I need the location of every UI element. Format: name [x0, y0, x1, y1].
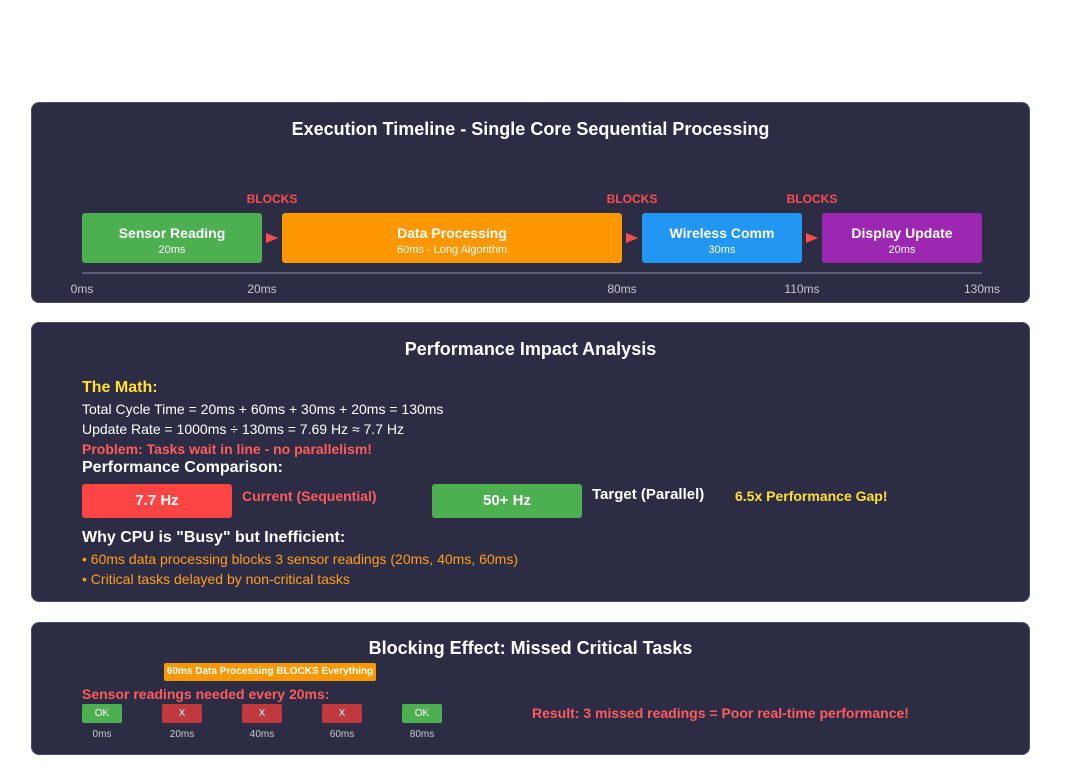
- reading-time: 0ms: [92, 729, 112, 740]
- blocks-label-2: BLOCKS: [606, 192, 658, 206]
- why-heading: Why CPU is "Busy" but Inefficient:: [82, 529, 346, 546]
- reading-time: 20ms: [169, 729, 195, 740]
- blocking-panel: Blocking Effect: Missed Critical Tasks 6…: [31, 622, 1030, 755]
- task-name: Wireless Comm: [669, 225, 775, 241]
- tick-label: 130ms: [963, 282, 1001, 296]
- task-name: Display Update: [851, 225, 953, 241]
- reading-chip-missed: X: [242, 704, 282, 723]
- bullet-item: • 60ms data processing blocks 3 sensor r…: [82, 551, 518, 567]
- reading-time: 60ms: [329, 729, 355, 740]
- arrow-right-icon: [266, 233, 278, 243]
- performance-gap: 6.5x Performance Gap!: [735, 488, 888, 504]
- tick-label: 80ms: [607, 282, 637, 296]
- reading-chip-missed: X: [162, 704, 202, 723]
- analysis-title: Performance Impact Analysis: [404, 339, 657, 359]
- update-rate-line: Update Rate = 1000ms ÷ 130ms = 7.69 Hz ≈…: [82, 421, 404, 437]
- analysis-panel: Performance Impact Analysis The Math: To…: [31, 322, 1030, 602]
- result-line: Result: 3 missed readings = Poor real-ti…: [532, 705, 909, 721]
- cycle-time-line: Total Cycle Time = 20ms + 60ms + 30ms + …: [82, 401, 444, 417]
- blocks-label-3: BLOCKS: [786, 192, 838, 206]
- tick-label: 20ms: [247, 282, 277, 296]
- task-name: Sensor Reading: [118, 225, 226, 241]
- task-display-update: Display Update 20ms: [822, 213, 982, 263]
- tick-label: 0ms: [70, 282, 94, 296]
- reading-time: 80ms: [409, 729, 435, 740]
- task-wireless-comm: Wireless Comm 30ms: [642, 213, 802, 263]
- arrow-right-icon: [806, 233, 818, 243]
- current-rate-box: 7.7 Hz: [82, 484, 232, 518]
- readings-needed: Sensor readings needed every 20ms:: [82, 686, 330, 702]
- reading-chip-ok: OK: [82, 704, 122, 723]
- timeline-title: Execution Timeline - Single Core Sequent…: [291, 119, 770, 139]
- task-sensor-reading: Sensor Reading 20ms: [82, 213, 262, 263]
- math-heading: The Math:: [82, 379, 158, 396]
- blocking-banner: 60ms Data Processing BLOCKS Everything: [164, 663, 376, 681]
- reading-chip-ok: OK: [402, 704, 442, 723]
- target-label: Target (Parallel): [592, 486, 705, 503]
- task-detail: 30ms: [708, 244, 736, 256]
- comparison-heading: Performance Comparison:: [82, 459, 283, 476]
- task-data-processing: Data Processing 60ms - Long Algorithm: [282, 213, 622, 263]
- problem-line: Problem: Tasks wait in line - no paralle…: [82, 441, 372, 457]
- arrow-right-icon: [626, 233, 638, 243]
- blocks-label-1: BLOCKS: [246, 192, 298, 206]
- task-detail: 60ms - Long Algorithm: [396, 244, 508, 256]
- task-name: Data Processing: [397, 225, 507, 241]
- reading-time: 40ms: [249, 729, 275, 740]
- timeline-panel: Execution Timeline - Single Core Sequent…: [31, 102, 1030, 303]
- reading-chip-missed: X: [322, 704, 362, 723]
- current-label: Current (Sequential): [242, 488, 377, 504]
- blocking-title: Blocking Effect: Missed Critical Tasks: [368, 638, 693, 658]
- task-detail: 20ms: [888, 244, 916, 256]
- timeline-axis: [82, 272, 982, 274]
- bullet-item: • Critical tasks delayed by non-critical…: [82, 571, 350, 587]
- task-detail: 20ms: [158, 244, 186, 256]
- target-rate-box: 50+ Hz: [432, 484, 582, 518]
- tick-label: 110ms: [784, 282, 820, 296]
